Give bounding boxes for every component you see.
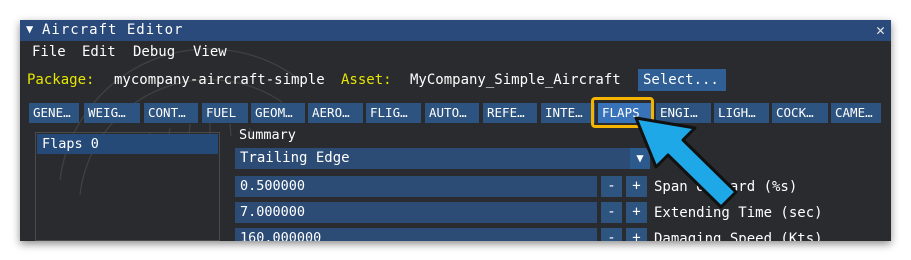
pointer-arrow-icon (634, 116, 738, 209)
aircraft-editor-window: ▼ Aircraft Editor ✕ File Edit Debug View… (20, 20, 891, 241)
